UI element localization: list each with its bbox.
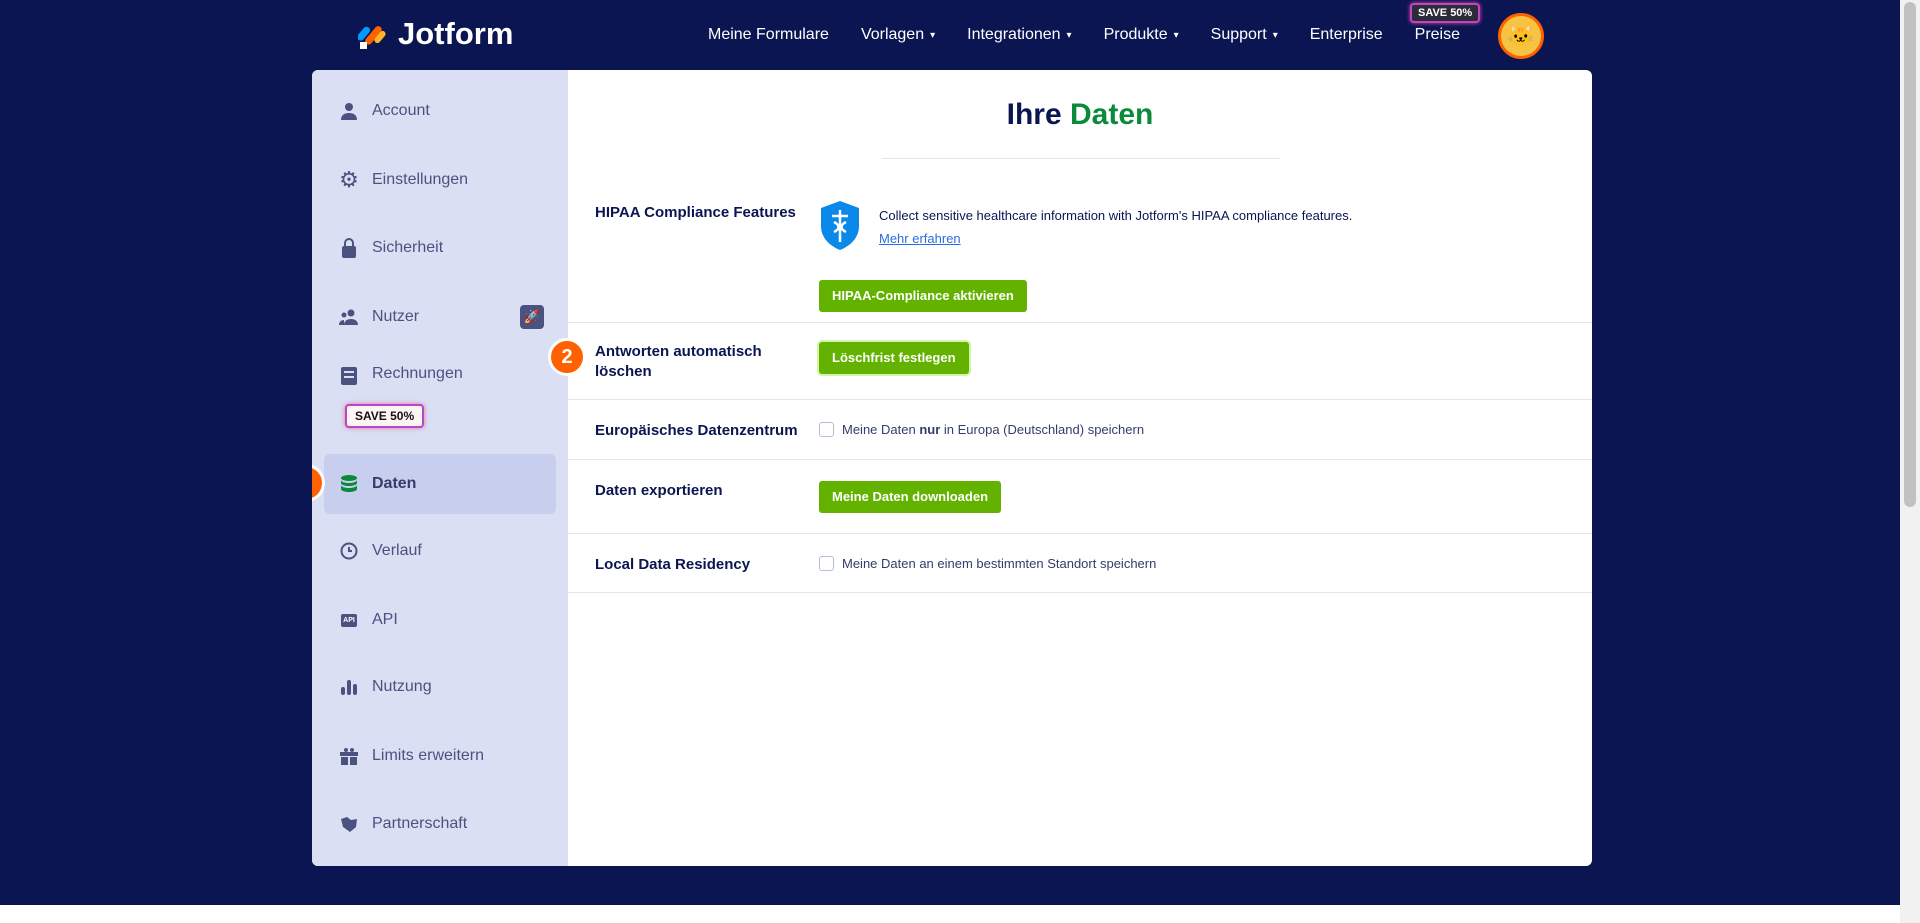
users-icon bbox=[338, 306, 360, 328]
chevron-down-icon: ▾ bbox=[930, 29, 936, 41]
save-badge[interactable]: SAVE 50% bbox=[1410, 3, 1481, 23]
sidebar-item-label: Nutzer bbox=[372, 308, 420, 325]
residency-checkbox[interactable] bbox=[819, 556, 834, 571]
hipaa-controls: Collect sensitive healthcare information… bbox=[819, 200, 1352, 312]
avatar[interactable]: 🐱 bbox=[1498, 13, 1544, 59]
sidebar-item-account[interactable]: Account bbox=[324, 81, 556, 141]
nav-label: Enterprise bbox=[1309, 26, 1383, 43]
sidebar-item-limits-erweitern[interactable]: Limits erweitern bbox=[324, 726, 556, 786]
gift-icon bbox=[338, 745, 360, 767]
api-icon-text: API bbox=[341, 613, 357, 627]
sidebar-item-label: Nutzung bbox=[372, 678, 432, 695]
database-icon bbox=[338, 473, 360, 495]
chevron-down-icon: ▾ bbox=[1066, 29, 1072, 41]
settings-card: Account ⚙ Einstellungen Sicherheit Nutzer… bbox=[312, 70, 1592, 866]
save-badge[interactable]: SAVE 50% bbox=[345, 404, 425, 428]
eu-datacenter-checkbox-label[interactable]: Meine Daten nur in Europa (Deutschland) … bbox=[819, 422, 1144, 437]
nav-preise[interactable]: Preise bbox=[1415, 26, 1460, 44]
rocket-icon[interactable]: 🚀 bbox=[520, 305, 544, 329]
eu-datacenter-checkbox[interactable] bbox=[819, 422, 834, 437]
api-icon: API bbox=[338, 609, 360, 631]
scrollbar[interactable] bbox=[1900, 0, 1920, 923]
data-residency-row: Local Data Residency Meine Daten an eine… bbox=[568, 534, 1592, 593]
lock-icon bbox=[338, 237, 360, 259]
nav-label: Produkte bbox=[1103, 26, 1168, 43]
residency-text: Meine Daten an einem bestimmten Standort… bbox=[842, 556, 1157, 571]
eu-text-a: Meine Daten bbox=[842, 422, 920, 437]
main-content: Ihre Daten HIPAA Compliance Features Col… bbox=[568, 70, 1592, 866]
top-nav: Jotform Meine Formulare Vorlagen ▾ Integr… bbox=[0, 0, 1900, 70]
user-icon bbox=[338, 100, 360, 122]
export-label: Daten exportieren bbox=[595, 482, 723, 499]
nav-label: Meine Formulare bbox=[708, 26, 829, 43]
enable-hipaa-button[interactable]: HIPAA-Compliance aktivieren bbox=[819, 280, 1027, 312]
sidebar-item-api[interactable]: API API bbox=[324, 590, 556, 650]
eu-text-c: in Europa (Deutschland) speichern bbox=[940, 422, 1145, 437]
sidebar-item-partnerschaft[interactable]: Partnerschaft bbox=[324, 794, 556, 854]
jotform-logo[interactable]: Jotform bbox=[358, 16, 513, 52]
gear-icon: ⚙ bbox=[339, 167, 359, 192]
set-deletion-period-button[interactable]: Löschfrist festlegen bbox=[819, 342, 969, 374]
chevron-down-icon: ▾ bbox=[1272, 29, 1278, 41]
download-data-button[interactable]: Meine Daten downloaden bbox=[819, 481, 1002, 513]
learn-more-link[interactable]: Mehr erfahren bbox=[879, 231, 1352, 246]
residency-label: Local Data Residency bbox=[595, 556, 751, 573]
autodelete-row: Antworten automatisch löschen Löschfrist… bbox=[568, 323, 1592, 400]
nav-label: Support bbox=[1210, 26, 1267, 43]
hipaa-desc-text: Collect sensitive healthcare information… bbox=[879, 208, 1353, 223]
handshake-icon bbox=[338, 813, 360, 835]
sidebar-item-label: Verlauf bbox=[372, 542, 422, 559]
sidebar-item-sicherheit[interactable]: Sicherheit bbox=[324, 218, 556, 278]
sidebar-item-einstellungen[interactable]: ⚙ Einstellungen bbox=[324, 150, 556, 210]
nav-produkte[interactable]: Produkte ▾ bbox=[1104, 26, 1179, 44]
sidebar-item-label: Rechnungen bbox=[372, 365, 463, 382]
page-bottom bbox=[0, 905, 1900, 923]
sidebar-item-nutzung[interactable]: Nutzung bbox=[324, 657, 556, 717]
bar-chart-icon bbox=[338, 676, 360, 698]
sidebar-item-nutzer[interactable]: Nutzer 🚀 bbox=[324, 287, 556, 347]
nav-label: Vorlagen bbox=[860, 26, 925, 43]
nav-support[interactable]: Support ▾ bbox=[1211, 26, 1278, 44]
nav-label: Preise bbox=[1414, 26, 1461, 43]
hipaa-label: HIPAA Compliance Features bbox=[595, 204, 796, 221]
sidebar-item-label: Daten bbox=[372, 475, 417, 492]
sidebar: Account ⚙ Einstellungen Sicherheit Nutzer… bbox=[312, 70, 568, 866]
shield-caduceus-icon bbox=[821, 201, 859, 250]
sidebar-item-daten[interactable]: Daten bbox=[324, 454, 556, 514]
sidebar-item-label: Sicherheit bbox=[372, 239, 444, 256]
chevron-down-icon: ▾ bbox=[1173, 29, 1179, 41]
nav-label: Integrationen bbox=[967, 26, 1061, 43]
sidebar-item-label: Account bbox=[372, 102, 430, 119]
eu-text: Meine Daten nur in Europa (Deutschland) … bbox=[842, 422, 1144, 437]
main-menu: Meine Formulare Vorlagen ▾ Integrationen ▾… bbox=[708, 26, 1492, 44]
invoice-icon bbox=[338, 365, 360, 387]
jotform-logo-icon bbox=[358, 26, 386, 49]
sidebar-item-verlauf[interactable]: Verlauf bbox=[324, 521, 556, 581]
nav-vorlagen[interactable]: Vorlagen ▾ bbox=[861, 26, 935, 44]
scrollbar-thumb[interactable] bbox=[1904, 2, 1916, 507]
hipaa-row: HIPAA Compliance Features Collect sensit… bbox=[568, 70, 1592, 323]
sidebar-item-label: Einstellungen bbox=[372, 171, 469, 188]
autodelete-label: Antworten automatisch löschen bbox=[595, 343, 762, 380]
sidebar-item-label: Partnerschaft bbox=[372, 815, 468, 832]
history-icon bbox=[338, 540, 360, 562]
nav-integrationen[interactable]: Integrationen ▾ bbox=[967, 26, 1071, 44]
residency-checkbox-label[interactable]: Meine Daten an einem bestimmten Standort… bbox=[819, 556, 1156, 571]
nav-meine-formulare[interactable]: Meine Formulare bbox=[708, 26, 829, 44]
hipaa-description: Collect sensitive healthcare information… bbox=[879, 208, 1352, 246]
sidebar-item-label: Limits erweitern bbox=[372, 747, 485, 764]
sidebar-item-label: API bbox=[372, 611, 398, 628]
nav-enterprise[interactable]: Enterprise bbox=[1310, 26, 1383, 44]
eu-text-bold: nur bbox=[919, 422, 941, 437]
eu-datacenter-label: Europäisches Datenzentrum bbox=[595, 422, 798, 439]
step-badge-2: 2 bbox=[548, 338, 586, 376]
brand-name: Jotform bbox=[398, 16, 514, 51]
eu-datacenter-row: Europäisches Datenzentrum Meine Daten nu… bbox=[568, 400, 1592, 460]
